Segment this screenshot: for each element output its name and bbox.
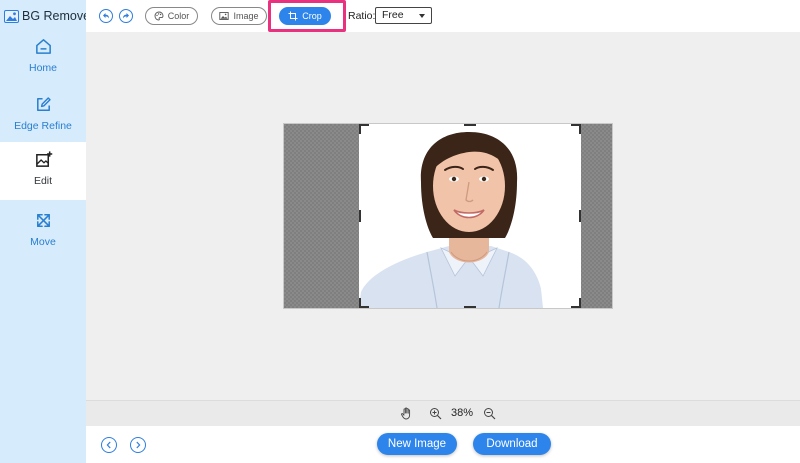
color-tool-button[interactable]: Color — [145, 7, 198, 25]
crop-frame[interactable] — [359, 124, 581, 308]
edit-pen-icon — [36, 97, 51, 111]
sidebar-item-label: Edit — [33, 175, 53, 187]
chevron-left-icon — [106, 441, 111, 449]
sidebar-item-edge-refine[interactable]: Edge Refine — [0, 87, 86, 145]
hand-icon[interactable] — [400, 407, 413, 420]
image-tool-button[interactable]: Image — [211, 7, 267, 25]
undo-button[interactable] — [99, 9, 113, 23]
zoom-level: 38% — [451, 407, 474, 419]
ratio-select-value: Free — [382, 9, 404, 21]
crop-handle-top[interactable] — [464, 124, 476, 126]
redo-icon — [123, 13, 129, 19]
sidebar-item-label: Move — [30, 236, 56, 248]
previous-button[interactable] — [101, 437, 117, 453]
crop-highlight-box — [268, 0, 346, 32]
crop-handle-right[interactable] — [579, 210, 581, 222]
next-button[interactable] — [130, 437, 146, 453]
move-arrows-icon — [36, 214, 50, 227]
app-title: BG Remover — [4, 7, 94, 25]
ratio-label: Ratio: — [348, 10, 376, 22]
canvas-area — [86, 32, 800, 400]
crop-handle-top-right-v[interactable] — [579, 124, 581, 134]
crop-handle-left[interactable] — [359, 210, 361, 222]
color-tool-label: Color — [167, 11, 190, 21]
crop-handle-bottom-right-v[interactable] — [579, 298, 581, 308]
undo-icon — [103, 13, 109, 19]
sidebar-item-label: Edge Refine — [14, 120, 72, 132]
zoom-in-icon[interactable] — [429, 407, 442, 420]
top-toolbar: Color Image Crop Ratio: Free — [86, 0, 800, 32]
bottom-bar: New Image Download — [86, 426, 800, 463]
sidebar-item-edit[interactable]: Edit — [0, 142, 86, 200]
new-image-button[interactable]: New Image — [377, 433, 457, 455]
redo-button[interactable] — [119, 9, 133, 23]
transparent-background — [283, 123, 613, 309]
image-edit-icon — [35, 151, 52, 167]
home-icon — [35, 39, 51, 54]
caret-down-icon — [419, 14, 425, 18]
ratio-select[interactable]: Free — [375, 7, 432, 24]
crop-handle-bottom-left-v[interactable] — [359, 298, 361, 308]
image-tool-label: Image — [233, 11, 259, 21]
image-icon — [219, 12, 230, 20]
sidebar-item-label: Home — [28, 62, 57, 74]
zoom-bar: 38% — [86, 400, 800, 426]
zoom-out-icon[interactable] — [483, 407, 496, 420]
palette-icon — [154, 11, 164, 21]
app-title-text: BG Remover — [22, 9, 95, 23]
sidebar: BG Remover Home Edge Refine Edit Move — [0, 0, 94, 463]
logo-icon — [4, 9, 19, 23]
chevron-right-icon — [136, 441, 141, 449]
sidebar-item-home[interactable]: Home — [0, 29, 86, 87]
crop-handle-bottom[interactable] — [464, 306, 476, 308]
download-button[interactable]: Download — [473, 433, 551, 455]
sidebar-item-move[interactable]: Move — [0, 203, 86, 261]
crop-handle-top-left-v[interactable] — [359, 124, 361, 134]
